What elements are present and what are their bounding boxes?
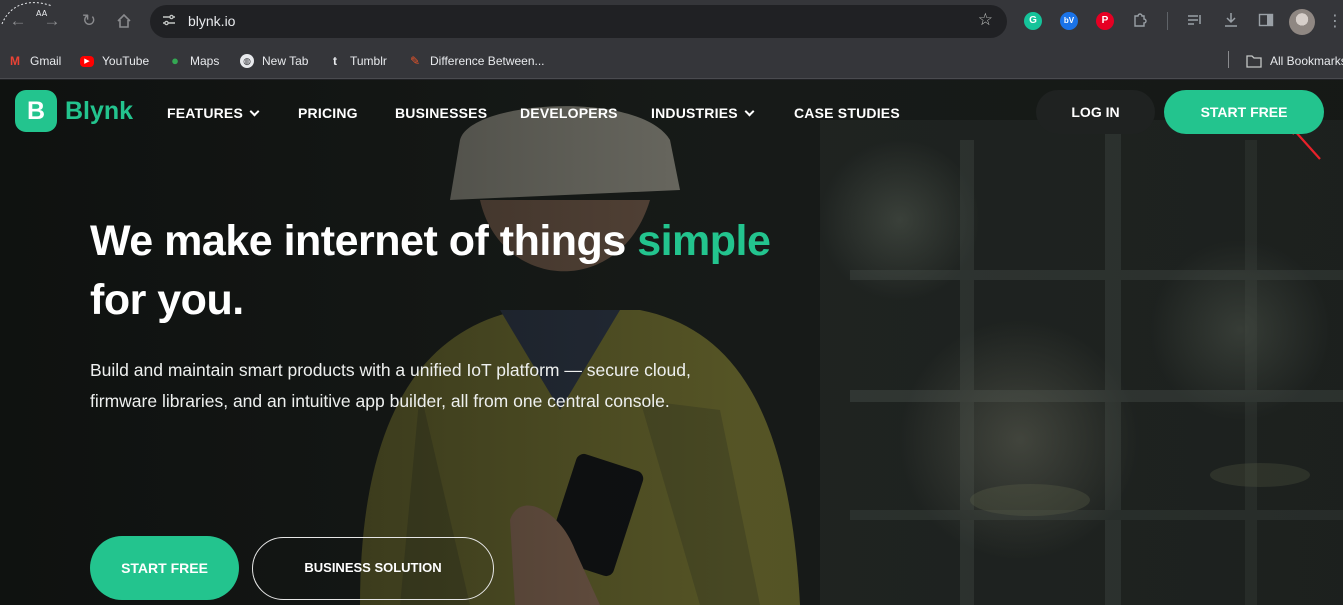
start-free-header-button[interactable]: START FREE bbox=[1164, 90, 1324, 134]
maps-icon: ● bbox=[171, 53, 179, 68]
blynk-homepage: B Blynk FEATURES PRICING BUSINESSES DEVE… bbox=[0, 80, 1343, 605]
back-button[interactable]: ← bbox=[7, 10, 29, 32]
bookmark-label: Gmail bbox=[30, 54, 62, 68]
login-button[interactable]: LOG IN bbox=[1036, 90, 1155, 134]
reload-icon: ↻ bbox=[81, 11, 97, 30]
bookmark-label: Tumblr bbox=[350, 54, 387, 68]
headline-text-line2: for you. bbox=[90, 276, 244, 324]
business-solution-button[interactable]: BUSINESS SOLUTION bbox=[252, 537, 494, 600]
downloads-button[interactable] bbox=[1221, 11, 1241, 31]
bookmark-youtube[interactable]: ▶ YouTube bbox=[80, 52, 149, 70]
hero-description: Build and maintain smart products with a… bbox=[90, 360, 691, 411]
folder-icon bbox=[1246, 55, 1262, 68]
url-text[interactable]: blynk.io bbox=[188, 13, 235, 29]
hero-headline: We make internet of things simple for yo… bbox=[90, 212, 870, 330]
all-bookmarks-folder[interactable]: All Bookmarks bbox=[1246, 52, 1343, 70]
nav-businesses[interactable]: BUSINESSES bbox=[395, 105, 487, 121]
nav-developers[interactable]: DEVELOPERS bbox=[520, 105, 618, 121]
headline-text: We make internet of things bbox=[90, 217, 626, 265]
download-icon bbox=[1225, 13, 1237, 27]
tune-icon bbox=[163, 14, 175, 26]
chevron-down-icon bbox=[744, 106, 755, 117]
home-button[interactable] bbox=[113, 10, 135, 32]
nav-pricing[interactable]: PRICING bbox=[298, 105, 358, 121]
grammarly-icon[interactable]: G bbox=[1024, 12, 1042, 30]
nav-label: CASE STUDIES bbox=[794, 105, 900, 121]
list-icon bbox=[1188, 15, 1201, 25]
browser-toolbar: AA ← → ↻ blynk.io ☆ G bV P ⋮ bbox=[0, 0, 1343, 44]
globe-icon: ◍ bbox=[240, 54, 254, 68]
bookmark-label: All Bookmarks bbox=[1270, 54, 1343, 68]
gmail-icon: M bbox=[10, 54, 20, 68]
side-panel-icon bbox=[1258, 13, 1274, 27]
bookmark-star-icon[interactable]: ☆ bbox=[978, 10, 993, 30]
nav-label: INDUSTRIES bbox=[651, 105, 738, 121]
bookmarks-bar: M Gmail ▶ YouTube ● Maps ◍ New Tab t Tum… bbox=[0, 44, 1343, 79]
puzzle-icon bbox=[1134, 13, 1147, 27]
extensions-puzzle-icon[interactable] bbox=[1130, 11, 1150, 31]
bookmarks-divider bbox=[1228, 51, 1229, 68]
reading-list-icon[interactable] bbox=[1185, 11, 1205, 31]
bookmark-maps[interactable]: ● Maps bbox=[168, 52, 219, 70]
blynk-logo[interactable]: B Blynk bbox=[15, 90, 133, 132]
nav-label: DEVELOPERS bbox=[520, 105, 618, 121]
nav-features[interactable]: FEATURES bbox=[167, 105, 260, 121]
pinterest-icon[interactable]: P bbox=[1096, 12, 1114, 30]
headline-accent: simple bbox=[637, 217, 771, 265]
forward-button[interactable]: → bbox=[41, 10, 63, 32]
chevron-down-icon bbox=[249, 106, 260, 117]
bookmark-new-tab[interactable]: ◍ New Tab bbox=[240, 52, 308, 70]
start-free-hero-button[interactable]: START FREE bbox=[90, 536, 239, 600]
bookmark-difference-between[interactable]: ✎ Difference Between... bbox=[408, 52, 545, 70]
kebab-menu-icon[interactable]: ⋮ bbox=[1327, 11, 1343, 31]
tumblr-icon: t bbox=[333, 54, 337, 68]
bookmark-label: New Tab bbox=[262, 54, 309, 68]
profile-avatar[interactable] bbox=[1289, 9, 1315, 35]
bookmark-tumblr[interactable]: t Tumblr bbox=[328, 52, 387, 70]
translate-extension-icon[interactable]: bV bbox=[1060, 12, 1078, 30]
page-favicon-icon: ✎ bbox=[409, 54, 421, 68]
bookmark-label: Maps bbox=[190, 54, 220, 68]
arrow-right-icon: → bbox=[43, 11, 61, 30]
home-icon bbox=[117, 13, 131, 28]
nav-label: FEATURES bbox=[167, 105, 244, 121]
arrow-left-icon: ← bbox=[9, 11, 27, 30]
bookmark-gmail[interactable]: M Gmail bbox=[8, 52, 61, 70]
bookmark-label: Difference Between... bbox=[430, 54, 545, 68]
nav-case-studies[interactable]: CASE STUDIES bbox=[794, 105, 900, 121]
toolbar-divider bbox=[1167, 12, 1168, 30]
site-info-button[interactable] bbox=[160, 12, 178, 30]
reload-button[interactable]: ↻ bbox=[78, 10, 100, 32]
youtube-icon: ▶ bbox=[80, 55, 94, 67]
nav-industries[interactable]: INDUSTRIES bbox=[651, 105, 755, 121]
nav-label: BUSINESSES bbox=[395, 105, 488, 121]
hero-background-image bbox=[0, 80, 1343, 605]
side-panel-button[interactable] bbox=[1256, 11, 1276, 31]
bookmark-label: YouTube bbox=[102, 54, 150, 68]
blynk-logo-mark: B bbox=[15, 90, 57, 132]
nav-label: PRICING bbox=[298, 105, 358, 121]
address-bar[interactable]: blynk.io ☆ bbox=[150, 5, 1007, 38]
blynk-logo-text: Blynk bbox=[65, 96, 134, 125]
